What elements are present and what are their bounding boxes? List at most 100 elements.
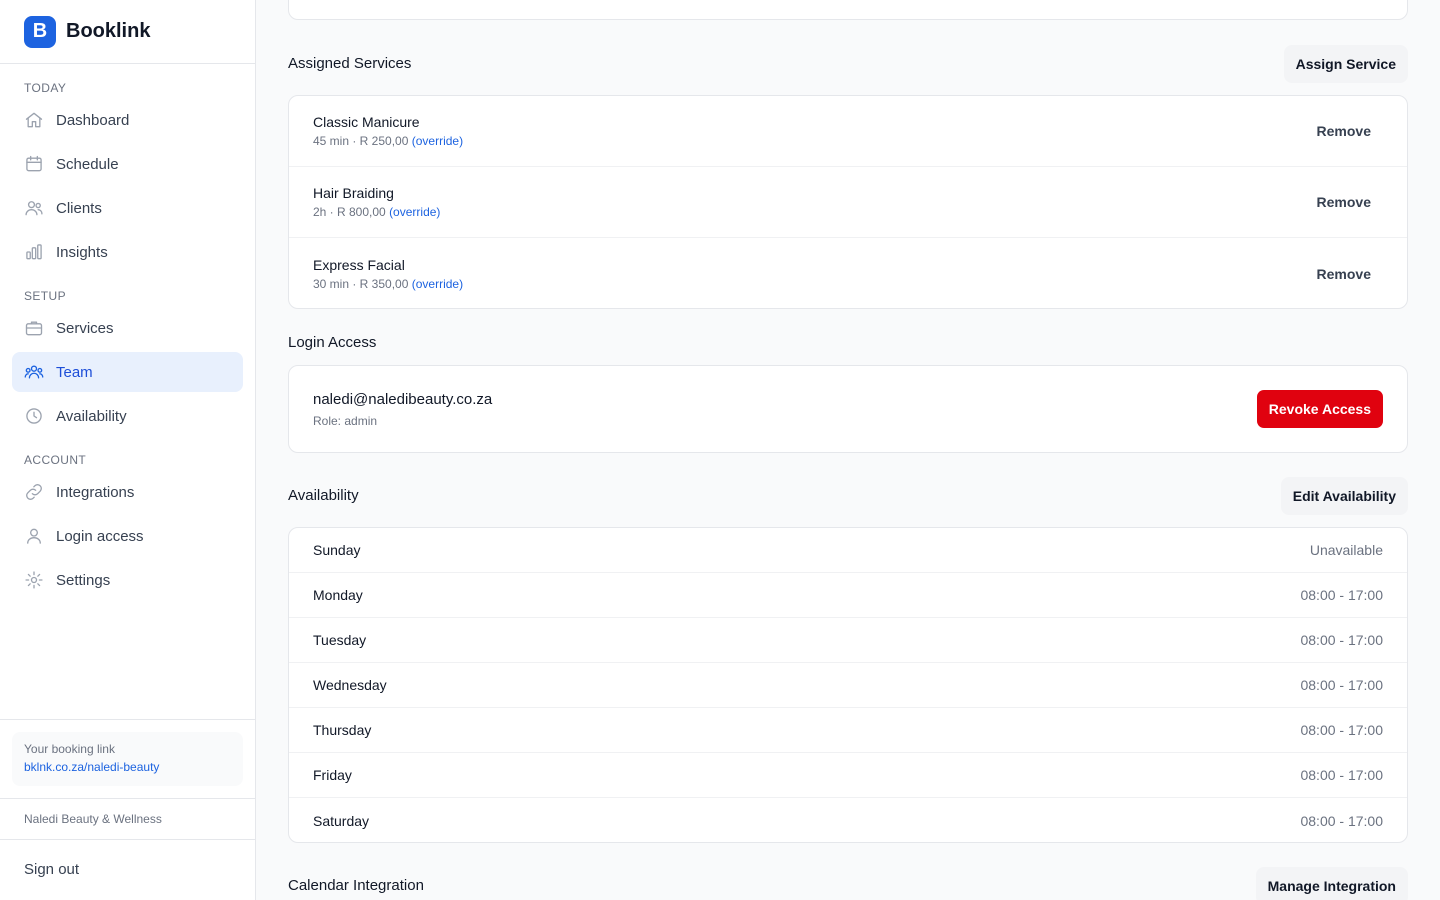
sidebar-item-label: Services (56, 319, 114, 337)
login-access-title: Login Access (288, 334, 377, 351)
availability-title: Availability (288, 487, 359, 504)
calendar-icon (24, 154, 44, 174)
assigned-services-title: Assigned Services (288, 55, 412, 72)
availability-row-thursday: Thursday 08:00 - 17:00 (289, 708, 1407, 753)
remove-service-button[interactable]: Remove (1305, 188, 1383, 216)
day-hours: 08:00 - 17:00 (1300, 722, 1383, 738)
sidebar-item-label: Clients (56, 199, 102, 217)
day-hours: 08:00 - 17:00 (1300, 587, 1383, 603)
service-meta: 45 min · R 250,00 (override) (313, 134, 463, 148)
sidebar-item-team[interactable]: Team (12, 352, 243, 392)
briefcase-icon (24, 318, 44, 338)
remove-service-button[interactable]: Remove (1305, 260, 1383, 288)
assign-service-button[interactable]: Assign Service (1283, 45, 1408, 83)
day-name: Sunday (313, 542, 361, 558)
assigned-services-card: Classic Manicure 45 min · R 250,00 (over… (288, 95, 1408, 309)
day-name: Thursday (313, 722, 372, 738)
day-name: Monday (313, 587, 363, 603)
sidebar-item-dashboard[interactable]: Dashboard (12, 100, 243, 140)
day-name: Tuesday (313, 632, 367, 648)
sidebar-divider (0, 719, 255, 720)
sidebar-item-settings[interactable]: Settings (12, 560, 243, 600)
sidebar-item-schedule[interactable]: Schedule (12, 144, 243, 184)
sidebar-item-label: Settings (56, 571, 111, 589)
app-name: Booklink (66, 20, 151, 42)
sidebar-item-label: Insights (56, 243, 108, 261)
sidebar-item-clients[interactable]: Clients (12, 188, 243, 228)
availability-card: Sunday Unavailable Monday 08:00 - 17:00 … (288, 527, 1408, 843)
sidebar-item-integrations[interactable]: Integrations (12, 472, 243, 512)
booking-link-url[interactable]: bklnk.co.za/naledi-beauty (24, 760, 231, 774)
availability-row-saturday: Saturday 08:00 - 17:00 (289, 798, 1407, 843)
service-row: Hair Braiding 2h · R 800,00 (override) R… (289, 167, 1407, 238)
day-hours: 08:00 - 17:00 (1300, 812, 1383, 829)
service-name: Classic Manicure (313, 114, 420, 130)
service-duration-price: 2h · R 800,00 (313, 205, 386, 219)
remove-service-button[interactable]: Remove (1305, 117, 1383, 145)
main-content: Assigned Services Assign Service Classic… (256, 0, 1440, 900)
service-meta: 30 min · R 350,00 (override) (313, 277, 463, 291)
override-tag: (override) (389, 205, 441, 219)
business-name: Naledi Beauty & Wellness (24, 812, 162, 826)
sidebar-section-account: Account (24, 453, 87, 467)
login-email: naledi@naledibeauty.co.za (313, 390, 493, 408)
service-name: Express Facial (313, 256, 405, 273)
booklink-logo: B (24, 15, 56, 48)
sidebar-item-label: Availability (56, 407, 127, 425)
login-role: Role: admin (313, 413, 378, 428)
sidebar-divider (0, 798, 255, 799)
override-tag: (override) (411, 134, 464, 148)
service-name: Hair Braiding (313, 185, 394, 201)
service-row: Classic Manicure 45 min · R 250,00 (over… (289, 96, 1407, 167)
gear-icon (24, 570, 44, 590)
availability-row-friday: Friday 08:00 - 17:00 (289, 753, 1407, 798)
edit-availability-button[interactable]: Edit Availability (1280, 477, 1408, 515)
availability-row-tuesday: Tuesday 08:00 - 17:00 (289, 618, 1407, 663)
day-hours: 08:00 - 17:00 (1300, 632, 1383, 648)
sidebar: B Booklink Today Dashboard Schedule Clie… (0, 0, 256, 900)
revoke-access-button[interactable]: Revoke Access (1256, 390, 1383, 428)
day-hours: Unavailable (1309, 542, 1383, 558)
sign-out-button[interactable]: Sign out (24, 861, 79, 878)
day-name: Saturday (313, 812, 370, 829)
service-meta: 2h · R 800,00 (override) (313, 205, 440, 219)
sidebar-item-services[interactable]: Services (12, 308, 243, 348)
bar-chart-icon (24, 242, 44, 262)
calendar-integration-title: Calendar Integration (288, 877, 424, 894)
clock-icon (24, 406, 44, 426)
sidebar-item-insights[interactable]: Insights (12, 232, 243, 272)
sidebar-item-label: Dashboard (56, 111, 130, 129)
service-duration-price: 30 min · R 350,00 (313, 276, 409, 291)
sidebar-item-label: Schedule (56, 155, 119, 173)
sidebar-section-today: Today (24, 81, 67, 95)
availability-row-monday: Monday 08:00 - 17:00 (289, 573, 1407, 618)
override-tag: (override) (411, 276, 464, 291)
login-access-card: naledi@naledibeauty.co.za Role: admin Re… (288, 365, 1408, 453)
team-icon (24, 362, 44, 382)
previous-card (288, 0, 1408, 20)
day-name: Friday (313, 767, 352, 783)
link-icon (24, 482, 44, 502)
user-icon (24, 526, 44, 546)
booking-link-title: Your booking link (24, 742, 115, 756)
manage-integration-button[interactable]: Manage Integration (1255, 867, 1408, 900)
sidebar-item-label: Team (56, 363, 93, 381)
sidebar-divider (0, 839, 255, 840)
login-access-row: naledi@naledibeauty.co.za Role: admin Re… (289, 366, 1407, 452)
sidebar-item-availability[interactable]: Availability (12, 396, 243, 436)
day-name: Wednesday (313, 677, 387, 693)
sidebar-item-label: Login access (56, 527, 144, 545)
brand[interactable]: B Booklink (0, 0, 255, 64)
users-icon (24, 198, 44, 218)
sidebar-section-setup: Setup (24, 289, 67, 303)
sidebar-item-label: Integrations (56, 483, 135, 501)
home-icon (24, 110, 44, 130)
availability-row-wednesday: Wednesday 08:00 - 17:00 (289, 663, 1407, 708)
booking-link-card: Your booking link bklnk.co.za/naledi-bea… (12, 732, 243, 786)
sidebar-item-login-access[interactable]: Login access (12, 516, 243, 556)
day-hours: 08:00 - 17:00 (1300, 767, 1383, 783)
service-duration-price: 45 min · R 250,00 (313, 134, 409, 148)
day-hours: 08:00 - 17:00 (1300, 677, 1383, 693)
service-row: Express Facial 30 min · R 350,00 (overri… (289, 238, 1407, 309)
availability-row-sunday: Sunday Unavailable (289, 528, 1407, 573)
